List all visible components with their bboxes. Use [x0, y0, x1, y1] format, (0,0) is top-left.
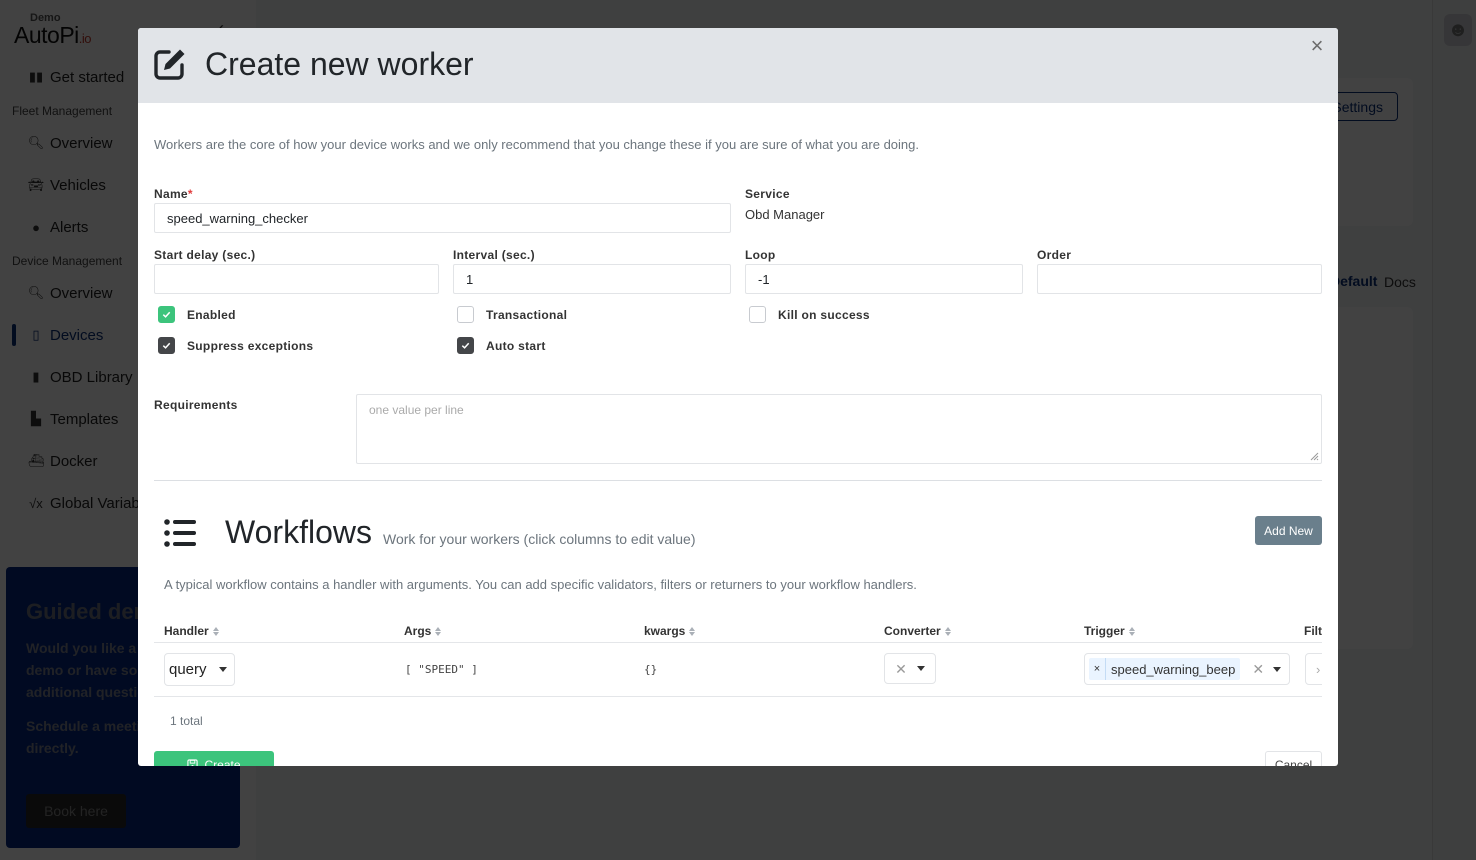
service-value: Obd Manager: [745, 207, 825, 222]
interval-input[interactable]: 1: [453, 264, 731, 294]
create-button-label: Create: [204, 757, 241, 767]
chevron-down-icon: [218, 667, 227, 672]
total-count: 1 total: [170, 714, 203, 728]
trigger-select[interactable]: × speed_warning_beep ✕: [1084, 653, 1290, 685]
create-button[interactable]: Create: [154, 751, 274, 766]
table-clip: [1322, 613, 1338, 703]
suppress-exceptions-checkbox[interactable]: Suppress exceptions: [158, 337, 313, 354]
order-label: Order: [1037, 248, 1072, 262]
checkbox-unchecked-icon: [749, 306, 766, 323]
column-header-label: Handler: [164, 624, 209, 638]
modal-header: Create new worker ×: [138, 28, 1338, 103]
column-header-label: kwargs: [644, 624, 686, 638]
workflows-description: A typical workflow contains a handler wi…: [164, 577, 917, 592]
checkbox-checked-icon: [158, 306, 175, 323]
requirements-textarea[interactable]: one value per line: [356, 394, 1322, 464]
remove-tag-icon[interactable]: ×: [1089, 658, 1106, 680]
intro-text: Workers are the core of how your device …: [154, 137, 920, 152]
service-label: Service: [745, 187, 790, 201]
add-new-workflow-button[interactable]: Add New: [1255, 516, 1322, 545]
column-header-handler[interactable]: Handler: [164, 624, 219, 638]
chevron-right-icon: ›: [1316, 661, 1321, 677]
list-icon: [164, 519, 196, 547]
kill-on-success-checkbox[interactable]: Kill on success: [749, 306, 870, 323]
cancel-button[interactable]: Cancel: [1265, 751, 1322, 766]
trigger-tag: × speed_warning_beep: [1089, 658, 1241, 680]
auto-start-checkbox[interactable]: Auto start: [457, 337, 546, 354]
create-worker-modal: Create new worker × Workers are the core…: [138, 28, 1338, 766]
workflows-subtitle: Work for your workers (click columns to …: [383, 531, 696, 547]
column-header-kwargs[interactable]: kwargs: [644, 624, 696, 638]
column-header-args[interactable]: Args: [404, 624, 442, 638]
loop-label: Loop: [745, 248, 776, 262]
save-icon: [187, 759, 199, 766]
trigger-tag-label: speed_warning_beep: [1111, 661, 1236, 677]
section-divider: [154, 480, 1322, 481]
sort-icon: [435, 626, 442, 636]
chevron-down-icon: [1273, 666, 1282, 672]
workflows-title: Workflows: [225, 514, 372, 550]
clear-icon[interactable]: ✕: [1252, 662, 1264, 676]
checkbox-checked-icon: [158, 337, 175, 354]
checkbox-label: Suppress exceptions: [187, 338, 314, 353]
name-label: Name*: [154, 187, 193, 201]
enabled-checkbox[interactable]: Enabled: [158, 306, 236, 323]
modal-title: Create new worker: [205, 46, 474, 82]
table-header-divider: [154, 642, 1322, 643]
handler-value: query: [169, 661, 207, 678]
column-header-trigger[interactable]: Trigger: [1084, 624, 1135, 638]
start-delay-input[interactable]: [154, 264, 439, 294]
name-input[interactable]: speed_warning_checker: [154, 203, 731, 233]
checkbox-unchecked-icon: [457, 306, 474, 323]
transactional-checkbox[interactable]: Transactional: [457, 306, 567, 323]
checkbox-checked-icon: [457, 337, 474, 354]
sort-icon: [1128, 626, 1135, 636]
requirements-placeholder: one value per line: [369, 403, 464, 417]
column-header-label: Filt: [1304, 624, 1322, 638]
chevron-down-icon: [916, 666, 925, 671]
close-icon[interactable]: ×: [1306, 35, 1328, 57]
kwargs-cell[interactable]: {}: [644, 663, 657, 676]
sort-icon: [212, 626, 219, 636]
column-header-label: Args: [404, 624, 432, 638]
checkbox-label: Enabled: [187, 307, 236, 322]
edit-icon: [154, 49, 185, 80]
checkbox-label: Kill on success: [778, 307, 870, 322]
checkbox-label: Transactional: [486, 307, 568, 322]
column-header-label: Trigger: [1084, 624, 1125, 638]
args-cell[interactable]: [ "SPEED" ]: [405, 663, 478, 676]
start-delay-label: Start delay (sec.): [154, 248, 256, 262]
interval-label: Interval (sec.): [453, 248, 535, 262]
sort-icon: [944, 626, 951, 636]
name-label-text: Name: [154, 187, 188, 201]
sort-icon: [689, 626, 696, 636]
column-header-converter[interactable]: Converter: [884, 624, 951, 638]
clear-icon[interactable]: ✕: [895, 662, 907, 676]
requirements-label: Requirements: [154, 398, 238, 412]
checkbox-label: Auto start: [486, 338, 546, 353]
table-row-divider: [154, 696, 1322, 697]
handler-select[interactable]: query: [164, 653, 235, 686]
resize-grip-icon[interactable]: [1310, 452, 1319, 461]
column-header-filter[interactable]: Filt: [1304, 624, 1322, 638]
loop-input[interactable]: -1: [745, 264, 1023, 294]
order-input[interactable]: [1037, 264, 1322, 294]
required-marker: *: [187, 187, 193, 201]
converter-select[interactable]: ✕: [884, 653, 936, 684]
column-header-label: Converter: [884, 624, 941, 638]
